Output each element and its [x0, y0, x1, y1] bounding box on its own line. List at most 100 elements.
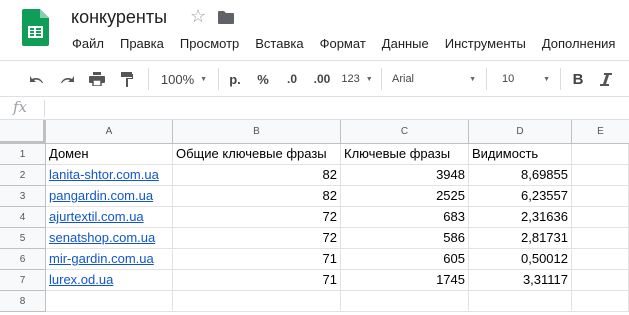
font-family-select[interactable]: Arial ▼	[392, 61, 476, 97]
menu-edit[interactable]: Правка	[120, 35, 164, 53]
column-header-c[interactable]: C	[341, 120, 469, 144]
redo-icon	[61, 76, 74, 83]
chevron-down-icon: ▼	[365, 75, 373, 83]
table-cell[interactable]: 2,31636	[469, 207, 572, 228]
row-header[interactable]: 2	[0, 165, 46, 186]
app-header: конкуренты ☆ Файл Правка Просмотр Вставк…	[0, 0, 629, 60]
table-cell[interactable]	[572, 249, 629, 270]
chevron-down-icon: ▼	[200, 75, 208, 83]
table-cell[interactable]: 3,31117	[469, 270, 572, 291]
table-cell[interactable]: 0,50012	[469, 249, 572, 270]
menu-insert[interactable]: Вставка	[255, 35, 303, 53]
table-cell[interactable]: 6,23557	[469, 186, 572, 207]
table-cell[interactable]: 8,69855	[469, 165, 572, 186]
print-icon	[89, 72, 105, 86]
star-icon[interactable]: ☆	[190, 6, 206, 27]
menu-format[interactable]: Формат	[320, 35, 366, 53]
table-cell[interactable]: 3948	[341, 165, 469, 186]
paint-format-button[interactable]	[116, 61, 138, 97]
table-cell[interactable]: 2,81731	[469, 228, 572, 249]
percent-format-button[interactable]: %	[254, 61, 272, 97]
table-cell[interactable]	[572, 165, 629, 186]
row-header[interactable]: 7	[0, 270, 46, 291]
table-cell[interactable]	[572, 270, 629, 291]
table-cell[interactable]: Видимость	[469, 144, 572, 165]
redo-button[interactable]	[56, 61, 78, 97]
table-cell[interactable]: 71	[173, 249, 341, 270]
table-cell[interactable]: lanita-shtor.com.ua	[46, 165, 173, 186]
table-cell[interactable]	[572, 291, 629, 312]
table-cell[interactable]: 82	[173, 165, 341, 186]
table-cell[interactable]: mir-gardin.com.ua	[46, 249, 173, 270]
toolbar: 100% ▼ р. % .0 .00 123 ▼ Arial ▼ 10 ▼ B	[0, 60, 629, 97]
table-cell[interactable]: 72	[173, 207, 341, 228]
select-all-corner[interactable]	[0, 120, 46, 144]
print-button[interactable]	[86, 61, 108, 97]
table-cell[interactable]: 605	[341, 249, 469, 270]
column-header-b[interactable]: B	[173, 120, 341, 144]
bold-button[interactable]: B	[570, 61, 586, 97]
table-cell[interactable]: 586	[341, 228, 469, 249]
font-family-value: Arial	[392, 73, 415, 85]
italic-icon	[600, 72, 612, 86]
toolbar-divider	[218, 68, 219, 90]
formula-input[interactable]	[50, 100, 620, 118]
table-cell[interactable]: 1745	[341, 270, 469, 291]
document-title[interactable]: конкуренты	[71, 7, 167, 28]
chevron-down-icon: ▼	[543, 75, 550, 83]
table-cell[interactable]: 683	[341, 207, 469, 228]
table-cell[interactable]: Ключевые фразы	[341, 144, 469, 165]
table-cell[interactable]	[173, 291, 341, 312]
table-cell[interactable]: Домен	[46, 144, 173, 165]
table-cell[interactable]: lurex.od.ua	[46, 270, 173, 291]
table-cell[interactable]	[572, 144, 629, 165]
more-formats-label: 123	[341, 73, 360, 85]
table-cell[interactable]: senatshop.com.ua	[46, 228, 173, 249]
sheets-logo-icon[interactable]	[22, 9, 49, 46]
table-cell[interactable]	[469, 291, 572, 312]
menu-view[interactable]: Просмотр	[180, 35, 239, 53]
row-header[interactable]: 3	[0, 186, 46, 207]
menu-addons[interactable]: Дополнения	[542, 35, 616, 53]
undo-button[interactable]	[26, 61, 48, 97]
column-header-a[interactable]: A	[46, 120, 173, 144]
more-formats-button[interactable]: 123 ▼	[341, 61, 373, 97]
column-header-d[interactable]: D	[469, 120, 572, 144]
table-cell[interactable]	[572, 186, 629, 207]
table-cell[interactable]: 72	[173, 228, 341, 249]
table-cell[interactable]	[46, 291, 173, 312]
table-cell[interactable]	[341, 291, 469, 312]
chevron-down-icon: ▼	[469, 75, 476, 83]
table-cell[interactable]: Общие ключевые фразы	[173, 144, 341, 165]
zoom-select[interactable]: 100% ▼	[158, 61, 210, 97]
row-header[interactable]: 6	[0, 249, 46, 270]
table-cell[interactable]: 71	[173, 270, 341, 291]
menu-file[interactable]: Файл	[72, 35, 104, 53]
currency-format-button[interactable]: р.	[226, 61, 244, 97]
table-cell[interactable]	[572, 228, 629, 249]
menu-data[interactable]: Данные	[382, 35, 429, 53]
toolbar-divider	[560, 68, 561, 90]
decrease-decimal-button[interactable]: .0	[282, 61, 302, 97]
row-header[interactable]: 8	[0, 291, 46, 312]
column-header-e[interactable]: E	[572, 120, 629, 144]
folder-icon[interactable]	[218, 11, 234, 24]
toolbar-divider	[148, 68, 149, 90]
zoom-value: 100%	[160, 71, 195, 87]
table-cell[interactable]	[572, 207, 629, 228]
table-cell[interactable]: 82	[173, 186, 341, 207]
row-header[interactable]: 5	[0, 228, 46, 249]
table-cell[interactable]: ajurtextil.com.ua	[46, 207, 173, 228]
table-cell[interactable]: pangardin.com.ua	[46, 186, 173, 207]
row-header[interactable]: 1	[0, 144, 46, 165]
menu-tools[interactable]: Инструменты	[445, 35, 526, 53]
increase-decimal-button[interactable]: .00	[310, 61, 334, 97]
fx-icon: fx	[13, 98, 28, 116]
table-cell[interactable]: 2525	[341, 186, 469, 207]
formula-divider	[44, 100, 45, 117]
menu-bar: Файл Правка Просмотр Вставка Формат Данн…	[72, 35, 629, 53]
font-size-select[interactable]: 10 ▼	[502, 61, 550, 97]
formula-bar: fx	[0, 97, 629, 120]
row-header[interactable]: 4	[0, 207, 46, 228]
italic-button[interactable]	[598, 61, 614, 97]
